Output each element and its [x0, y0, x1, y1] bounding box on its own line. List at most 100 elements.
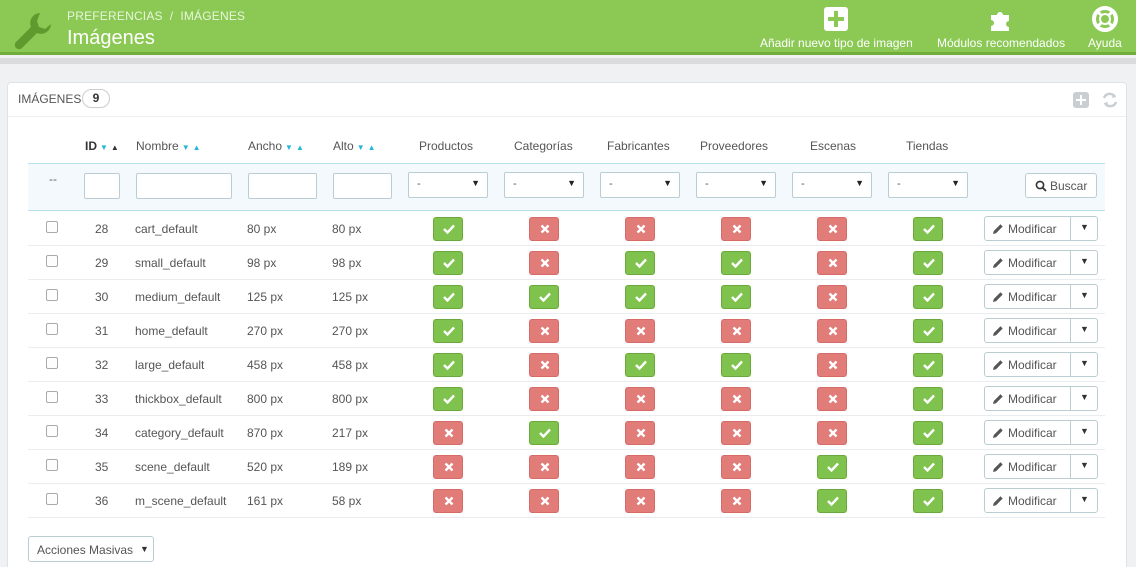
- row-actions-dropdown[interactable]: ▼: [1070, 353, 1097, 376]
- status-productos-check-icon[interactable]: [433, 251, 463, 275]
- status-categorias-cross-icon[interactable]: [529, 217, 559, 241]
- recommended-modules-button[interactable]: Módulos recomendados: [937, 6, 1065, 50]
- status-tiendas-check-icon[interactable]: [913, 489, 943, 513]
- row-checkbox[interactable]: [46, 425, 58, 437]
- edit-button[interactable]: Modificar: [985, 217, 1070, 240]
- status-categorias-check-icon[interactable]: [529, 421, 559, 445]
- status-categorias-cross-icon[interactable]: [529, 251, 559, 275]
- status-tiendas-check-icon[interactable]: [913, 285, 943, 309]
- column-header-nombre[interactable]: Nombre ▼ ▲: [136, 139, 201, 153]
- status-categorias-cross-icon[interactable]: [529, 489, 559, 513]
- status-escenas-cross-icon[interactable]: [817, 251, 847, 275]
- help-button[interactable]: Ayuda: [1088, 6, 1122, 50]
- search-button[interactable]: Buscar: [1025, 173, 1097, 198]
- filter-categorias-select[interactable]: - ▼: [504, 172, 584, 198]
- status-tiendas-check-icon[interactable]: [913, 353, 943, 377]
- status-fabricantes-check-icon[interactable]: [625, 285, 655, 309]
- row-actions-dropdown[interactable]: ▼: [1070, 319, 1097, 342]
- row-actions-dropdown[interactable]: ▼: [1070, 421, 1097, 444]
- status-escenas-cross-icon[interactable]: [817, 353, 847, 377]
- filter-escenas-select[interactable]: - ▼: [792, 172, 872, 198]
- status-proveedores-cross-icon[interactable]: [721, 319, 751, 343]
- status-tiendas-check-icon[interactable]: [913, 421, 943, 445]
- add-image-type-button[interactable]: Añadir nuevo tipo de imagen: [760, 6, 913, 50]
- filter-ancho-input[interactable]: [248, 173, 317, 199]
- row-actions-dropdown[interactable]: ▼: [1070, 489, 1097, 512]
- row-checkbox[interactable]: [46, 255, 58, 267]
- sort-asc-icon[interactable]: ▲: [368, 143, 376, 152]
- status-proveedores-check-icon[interactable]: [721, 353, 751, 377]
- column-header-id[interactable]: ID ▼ ▲: [85, 139, 119, 153]
- filter-fabricantes-select[interactable]: - ▼: [600, 172, 680, 198]
- status-proveedores-check-icon[interactable]: [721, 285, 751, 309]
- row-checkbox[interactable]: [46, 289, 58, 301]
- filter-proveedores-select[interactable]: - ▼: [696, 172, 776, 198]
- row-checkbox[interactable]: [46, 493, 58, 505]
- row-checkbox[interactable]: [46, 323, 58, 335]
- status-categorias-cross-icon[interactable]: [529, 455, 559, 479]
- filter-tiendas-select[interactable]: - ▼: [888, 172, 968, 198]
- status-tiendas-check-icon[interactable]: [913, 217, 943, 241]
- status-fabricantes-cross-icon[interactable]: [625, 319, 655, 343]
- column-header-ancho[interactable]: Ancho ▼ ▲: [248, 139, 304, 153]
- status-escenas-check-icon[interactable]: [817, 455, 847, 479]
- edit-button[interactable]: Modificar: [985, 251, 1070, 274]
- sort-desc-icon[interactable]: ▼: [285, 143, 293, 152]
- status-escenas-cross-icon[interactable]: [817, 421, 847, 445]
- filter-alto-input[interactable]: [333, 173, 392, 199]
- filter-nombre-input[interactable]: [136, 173, 232, 199]
- status-proveedores-cross-icon[interactable]: [721, 421, 751, 445]
- edit-button[interactable]: Modificar: [985, 387, 1070, 410]
- row-actions-dropdown[interactable]: ▼: [1070, 387, 1097, 410]
- status-escenas-cross-icon[interactable]: [817, 387, 847, 411]
- add-new-icon[interactable]: [1072, 91, 1090, 109]
- edit-button[interactable]: Modificar: [985, 455, 1070, 478]
- row-actions-dropdown[interactable]: ▼: [1070, 285, 1097, 308]
- status-categorias-check-icon[interactable]: [529, 285, 559, 309]
- filter-productos-select[interactable]: - ▼: [408, 172, 488, 198]
- sort-desc-icon[interactable]: ▼: [182, 143, 190, 152]
- status-productos-cross-icon[interactable]: [433, 455, 463, 479]
- status-categorias-cross-icon[interactable]: [529, 319, 559, 343]
- status-productos-check-icon[interactable]: [433, 319, 463, 343]
- status-fabricantes-cross-icon[interactable]: [625, 421, 655, 445]
- status-escenas-cross-icon[interactable]: [817, 217, 847, 241]
- status-fabricantes-check-icon[interactable]: [625, 251, 655, 275]
- status-escenas-cross-icon[interactable]: [817, 285, 847, 309]
- status-tiendas-check-icon[interactable]: [913, 455, 943, 479]
- status-proveedores-cross-icon[interactable]: [721, 387, 751, 411]
- status-tiendas-check-icon[interactable]: [913, 319, 943, 343]
- sort-asc-icon[interactable]: ▲: [193, 143, 201, 152]
- status-productos-check-icon[interactable]: [433, 217, 463, 241]
- edit-button[interactable]: Modificar: [985, 353, 1070, 376]
- edit-button[interactable]: Modificar: [985, 489, 1070, 512]
- row-actions-dropdown[interactable]: ▼: [1070, 251, 1097, 274]
- status-proveedores-check-icon[interactable]: [721, 251, 751, 275]
- status-proveedores-cross-icon[interactable]: [721, 217, 751, 241]
- sort-asc-icon[interactable]: ▲: [111, 143, 119, 152]
- filter-id-input[interactable]: [84, 173, 120, 199]
- breadcrumb-item-preferencias[interactable]: PREFERENCIAS: [67, 9, 163, 23]
- status-categorias-cross-icon[interactable]: [529, 353, 559, 377]
- row-checkbox[interactable]: [46, 459, 58, 471]
- status-categorias-cross-icon[interactable]: [529, 387, 559, 411]
- breadcrumb-item-imagenes[interactable]: IMÁGENES: [180, 9, 245, 23]
- edit-button[interactable]: Modificar: [985, 319, 1070, 342]
- status-escenas-cross-icon[interactable]: [817, 319, 847, 343]
- status-fabricantes-check-icon[interactable]: [625, 353, 655, 377]
- row-checkbox[interactable]: [46, 221, 58, 233]
- row-checkbox[interactable]: [46, 357, 58, 369]
- status-tiendas-check-icon[interactable]: [913, 387, 943, 411]
- status-productos-check-icon[interactable]: [433, 353, 463, 377]
- refresh-icon[interactable]: [1101, 91, 1119, 109]
- status-fabricantes-cross-icon[interactable]: [625, 217, 655, 241]
- status-productos-cross-icon[interactable]: [433, 421, 463, 445]
- status-proveedores-cross-icon[interactable]: [721, 455, 751, 479]
- row-actions-dropdown[interactable]: ▼: [1070, 455, 1097, 478]
- row-actions-dropdown[interactable]: ▼: [1070, 217, 1097, 240]
- sort-asc-icon[interactable]: ▲: [296, 143, 304, 152]
- status-productos-check-icon[interactable]: [433, 387, 463, 411]
- status-productos-check-icon[interactable]: [433, 285, 463, 309]
- status-fabricantes-cross-icon[interactable]: [625, 489, 655, 513]
- status-fabricantes-cross-icon[interactable]: [625, 387, 655, 411]
